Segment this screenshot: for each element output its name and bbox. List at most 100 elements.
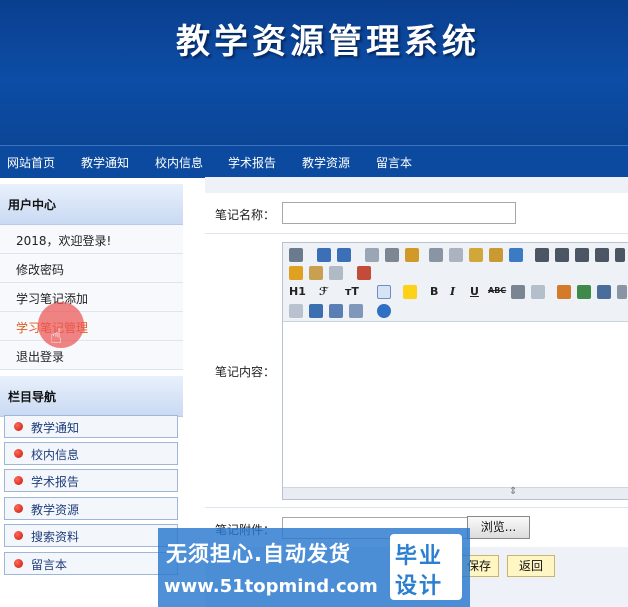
form-top-strip — [205, 177, 628, 193]
browse-button[interactable]: 浏览... — [467, 516, 530, 539]
colnav-reports[interactable]: 学术报告 — [4, 469, 178, 492]
colnav-resources[interactable]: 教学资源 — [4, 497, 178, 520]
nav-guestbook[interactable]: 留言本 — [376, 154, 412, 171]
source-icon[interactable] — [289, 248, 303, 262]
header-banner: 教学资源管理系统 — [0, 0, 628, 145]
watermark-badge-top: 毕业 — [395, 544, 444, 569]
paste-word-icon[interactable] — [509, 248, 523, 262]
watermark-slogan: 无须担心.自动发货 — [166, 542, 351, 566]
user-center-title-text: 用户中心 — [8, 198, 57, 212]
pointer-icon[interactable] — [329, 266, 343, 280]
colnav-notices-label: 教学通知 — [31, 421, 80, 435]
colnav-guestbook-label: 留言本 — [31, 558, 68, 572]
menu-change-password[interactable]: 修改密码 — [0, 254, 183, 283]
undo-icon[interactable] — [317, 248, 331, 262]
editor-content-area[interactable] — [283, 322, 628, 488]
sidebar: 用户中心 2018，欢迎登录! 修改密码 学习笔记添加 学习笔记管理 退出登录 … — [0, 184, 183, 607]
watermark-url: www.51topmind.com — [164, 576, 378, 597]
welcome-text: 2018，欢迎登录! — [16, 234, 112, 248]
bullet-icon — [14, 449, 23, 458]
bold-button[interactable]: B — [430, 285, 438, 298]
nav-reports[interactable]: 学术报告 — [228, 154, 276, 171]
align-right-icon[interactable] — [575, 248, 589, 262]
nav-resources[interactable]: 教学资源 — [302, 154, 350, 171]
colnav-notices[interactable]: 教学通知 — [4, 415, 178, 438]
image-icon[interactable] — [557, 285, 571, 299]
menu-logout[interactable]: 退出登录 — [0, 341, 183, 370]
template-icon[interactable] — [405, 248, 419, 262]
anchor-icon[interactable] — [309, 304, 323, 318]
bullet-icon — [14, 559, 23, 568]
highlight-color-icon[interactable] — [403, 285, 417, 299]
note-name-input[interactable] — [282, 202, 516, 224]
fullscreen-icon[interactable] — [357, 266, 371, 280]
nav-notices[interactable]: 教学通知 — [81, 154, 129, 171]
link-icon[interactable] — [329, 304, 343, 318]
help-icon[interactable] — [377, 304, 391, 318]
media-icon[interactable] — [597, 285, 611, 299]
font-family-dropdown[interactable]: ℱ — [319, 285, 328, 298]
print-icon[interactable] — [385, 248, 399, 262]
cut-icon[interactable] — [429, 248, 443, 262]
top-nav: 网站首页 教学通知 校内信息 学术报告 教学资源 留言本 — [0, 145, 628, 178]
redo-icon[interactable] — [337, 248, 351, 262]
colnav-search[interactable]: 搜索资料 — [4, 524, 178, 547]
menu-add-note[interactable]: 学习笔记添加 — [0, 283, 183, 312]
colnav-reports-label: 学术报告 — [31, 475, 80, 489]
strikethrough-button[interactable]: ABC — [488, 286, 506, 295]
row-divider — [205, 233, 628, 234]
align-center-icon[interactable] — [555, 248, 569, 262]
column-nav-title: 栏目导航 — [0, 376, 183, 417]
preview-icon[interactable] — [365, 248, 379, 262]
resize-grip-icon: ⇕ — [509, 486, 518, 497]
colnav-resources-label: 教学资源 — [31, 503, 80, 517]
user-center-title: 用户中心 — [0, 184, 183, 225]
paste-icon[interactable] — [469, 248, 483, 262]
row-divider — [205, 507, 628, 508]
menu-welcome: 2018，欢迎登录! — [0, 225, 183, 254]
nav-home[interactable]: 网站首页 — [7, 154, 55, 171]
flash-icon[interactable] — [577, 285, 591, 299]
bullet-icon — [14, 476, 23, 485]
clean-format-icon[interactable] — [289, 266, 303, 280]
colnav-campus-info[interactable]: 校内信息 — [4, 442, 178, 465]
table-icon[interactable] — [289, 304, 303, 318]
italic-button[interactable]: I — [450, 285, 455, 298]
menu-manage-notes[interactable]: 学习笔记管理 — [0, 312, 183, 341]
colnav-campus-info-label: 校内信息 — [31, 448, 80, 462]
heading-dropdown[interactable]: H1 — [289, 285, 306, 298]
align-justify-icon[interactable] — [595, 248, 609, 262]
editor-toolbar: H1 ℱ тT B I U ABC — [283, 243, 628, 322]
select-all-icon[interactable] — [309, 266, 323, 280]
bullet-icon — [14, 422, 23, 431]
unlink-icon[interactable] — [349, 304, 363, 318]
column-nav-title-text: 栏目导航 — [8, 390, 57, 404]
paste-text-icon[interactable] — [489, 248, 503, 262]
emoticon-icon[interactable] — [617, 285, 627, 299]
note-content-label: 笔记内容： — [215, 365, 276, 379]
colnav-search-label: 搜索资料 — [31, 530, 80, 544]
site-title: 教学资源管理系统 — [176, 22, 480, 62]
align-left-icon[interactable] — [535, 248, 549, 262]
bullet-icon — [14, 504, 23, 513]
watermark-badge: 毕业 设计 — [390, 534, 462, 600]
underline-button[interactable]: U — [470, 285, 479, 298]
font-color-icon[interactable] — [377, 285, 391, 299]
ordered-list-icon[interactable] — [615, 248, 625, 262]
watermark-banner: 无须担心.自动发货 www.51topmind.com 毕业 设计 — [158, 528, 470, 607]
back-button[interactable]: 返回 — [507, 555, 555, 577]
copy-icon[interactable] — [449, 248, 463, 262]
note-name-label: 笔记名称： — [215, 208, 276, 222]
nav-campus-info[interactable]: 校内信息 — [155, 154, 203, 171]
eraser-icon[interactable] — [531, 285, 545, 299]
change-password-label: 修改密码 — [16, 263, 65, 277]
logout-label: 退出登录 — [16, 350, 65, 364]
bullet-icon — [14, 531, 23, 540]
watermark-badge-bottom: 设计 — [395, 574, 444, 599]
colnav-guestbook[interactable]: 留言本 — [4, 552, 178, 575]
more-format-icon[interactable] — [511, 285, 525, 299]
editor-resize-handle[interactable]: ⇕ — [283, 486, 628, 499]
hand-cursor-icon: ☝ — [50, 324, 63, 348]
rich-text-editor: H1 ℱ тT B I U ABC ⇕ — [282, 242, 628, 500]
font-size-dropdown[interactable]: тT — [345, 285, 359, 298]
